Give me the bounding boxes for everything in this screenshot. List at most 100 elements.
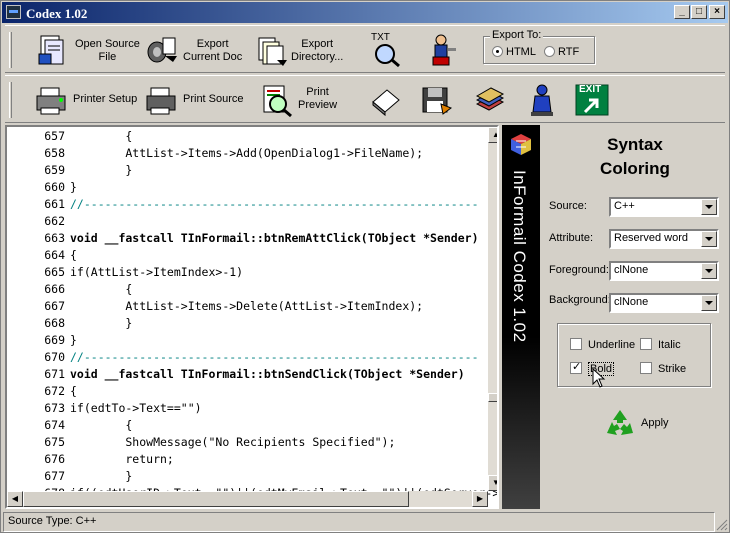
print-source-button[interactable]: Print Source: [145, 80, 250, 122]
code-line[interactable]: 658 AttList->Items->Add(OpenDialog1->Fil…: [7, 145, 487, 162]
printer-icon: [146, 87, 176, 115]
clear-button[interactable]: [369, 80, 405, 122]
code-line[interactable]: 659 }: [7, 162, 487, 179]
italic-checkbox[interactable]: Italic: [640, 338, 681, 351]
code-line[interactable]: 677 }: [7, 468, 487, 485]
open-file-icon: [38, 35, 64, 65]
export-doc-icon: [147, 37, 177, 63]
radio-html-label: HTML: [506, 46, 536, 58]
line-number: 658: [44, 146, 65, 160]
line-number: 663: [44, 231, 65, 245]
close-button[interactable]: ×: [709, 5, 725, 19]
user-settings-button[interactable]: [425, 30, 461, 72]
app-icon[interactable]: [6, 5, 21, 19]
line-number: 674: [44, 418, 65, 432]
code-line[interactable]: 666 {: [7, 281, 487, 298]
printer-setup-icon: [36, 87, 66, 115]
title-bar[interactable]: Codex 1.02 _ □ ×: [2, 2, 728, 23]
line-text: {: [70, 418, 133, 432]
attribute-select[interactable]: Reserved word: [609, 229, 719, 249]
resize-grip-icon[interactable]: [716, 519, 728, 531]
print-preview-button[interactable]: Print Preview: [260, 80, 350, 122]
line-text: }: [70, 316, 133, 330]
bold-checkbox-box[interactable]: [570, 360, 582, 374]
code-line[interactable]: 662: [7, 213, 487, 230]
background-select[interactable]: clNone: [609, 293, 719, 313]
maximize-button[interactable]: □: [691, 5, 707, 19]
italic-checkbox-box[interactable]: [640, 338, 652, 350]
export-to-group: Export To: HTML RTF: [483, 29, 595, 64]
toolbar-grip-2[interactable]: [9, 82, 12, 118]
code-line[interactable]: 665 if(AttList->ItemIndex>-1): [7, 264, 487, 281]
underline-checkbox-box[interactable]: [570, 338, 582, 350]
radio-html[interactable]: HTML: [492, 46, 536, 58]
code-line[interactable]: 671 void __fastcall TInFormail::btnSendCl…: [7, 366, 487, 383]
save-button[interactable]: [419, 80, 455, 122]
attribute-select-value: Reserved word: [614, 232, 688, 244]
exit-button[interactable]: EXIT: [575, 80, 609, 122]
scroll-up-button[interactable]: ▲: [488, 127, 497, 143]
line-text: //--------------------------------------…: [70, 197, 479, 211]
code-line[interactable]: 657 {: [7, 128, 487, 145]
code-line[interactable]: 672 {: [7, 383, 487, 400]
line-text: void __fastcall TInFormail::btnSendClick…: [70, 367, 465, 381]
line-text: if(edtTo->Text==""): [70, 401, 202, 415]
chevron-down-icon[interactable]: [701, 231, 717, 247]
line-text: }: [70, 180, 77, 194]
chevron-down-icon[interactable]: [701, 263, 717, 279]
code-line[interactable]: 669}: [7, 332, 487, 349]
scroll-down-button[interactable]: ▼: [488, 475, 497, 491]
print-preview-icon: [263, 85, 292, 118]
line-text: //--------------------------------------…: [70, 350, 479, 364]
source-select[interactable]: C++: [609, 197, 719, 217]
line-number: 664: [44, 248, 65, 262]
line-number: 669: [44, 333, 65, 347]
line-number: 676: [44, 452, 65, 466]
printer-setup-button[interactable]: Printer Setup: [35, 80, 141, 122]
chevron-down-icon[interactable]: [701, 295, 717, 311]
main-toolbar: Open Source File Export Current Doc Expo…: [5, 25, 725, 73]
code-editor[interactable]: 657 {658 AttList->Items->Add(OpenDialog1…: [5, 125, 499, 509]
line-text: if(AttList->ItemIndex>-1): [70, 265, 244, 279]
export-directory-button[interactable]: Export Directory...: [255, 30, 350, 72]
code-line[interactable]: 664 {: [7, 247, 487, 264]
code-line[interactable]: 670 //-----------------------------------…: [7, 349, 487, 366]
code-line[interactable]: 674 {: [7, 417, 487, 434]
code-line[interactable]: 663 void __fastcall TInFormail::btnRemAtt…: [7, 230, 487, 247]
toolbar-grip[interactable]: [9, 32, 12, 68]
chevron-down-icon[interactable]: [701, 199, 717, 215]
code-line[interactable]: 673 if(edtTo->Text==""): [7, 400, 487, 417]
foreground-select[interactable]: clNone: [609, 261, 719, 281]
code-line[interactable]: 661 //-----------------------------------…: [7, 196, 487, 213]
apply-button[interactable]: Apply: [601, 407, 681, 441]
open-source-file-label: Open Source File: [75, 38, 140, 63]
code-line[interactable]: 667 AttList->Items->Delete(AttList->Item…: [7, 298, 487, 315]
foreground-label: Foreground:: [549, 264, 609, 276]
eraser-icon: [372, 89, 400, 117]
about-button[interactable]: [525, 80, 557, 122]
horizontal-scroll-thumb[interactable]: [23, 491, 409, 507]
code-line[interactable]: 675 ShowMessage("No Recipients Specified…: [7, 434, 487, 451]
horizontal-scrollbar[interactable]: ◀ ▶: [7, 491, 488, 507]
library-button[interactable]: [473, 80, 509, 122]
radio-html-dot[interactable]: [492, 46, 503, 57]
line-text: }: [70, 163, 133, 177]
vertical-scroll-thumb[interactable]: [488, 393, 497, 402]
line-number: 673: [44, 401, 65, 415]
code-line[interactable]: 668 }: [7, 315, 487, 332]
export-current-doc-button[interactable]: Export Current Doc: [145, 30, 250, 72]
scroll-right-button[interactable]: ▶: [472, 491, 488, 507]
code-line[interactable]: 676 return;: [7, 451, 487, 468]
strike-checkbox-box[interactable]: [640, 362, 652, 374]
radio-rtf-dot[interactable]: [544, 46, 555, 57]
strike-checkbox[interactable]: Strike: [640, 362, 686, 375]
txt-search-button[interactable]: TXT: [367, 30, 407, 72]
banner-title: InFormail Codex 1.02: [510, 170, 529, 343]
open-source-file-button[interactable]: Open Source File: [35, 30, 145, 72]
underline-checkbox[interactable]: Underline: [570, 338, 635, 351]
scroll-left-button[interactable]: ◀: [7, 491, 23, 507]
code-line[interactable]: 660}: [7, 179, 487, 196]
minimize-button[interactable]: _: [674, 5, 690, 19]
radio-rtf[interactable]: RTF: [544, 46, 579, 58]
vertical-scrollbar[interactable]: ▲ ▼: [488, 127, 497, 491]
